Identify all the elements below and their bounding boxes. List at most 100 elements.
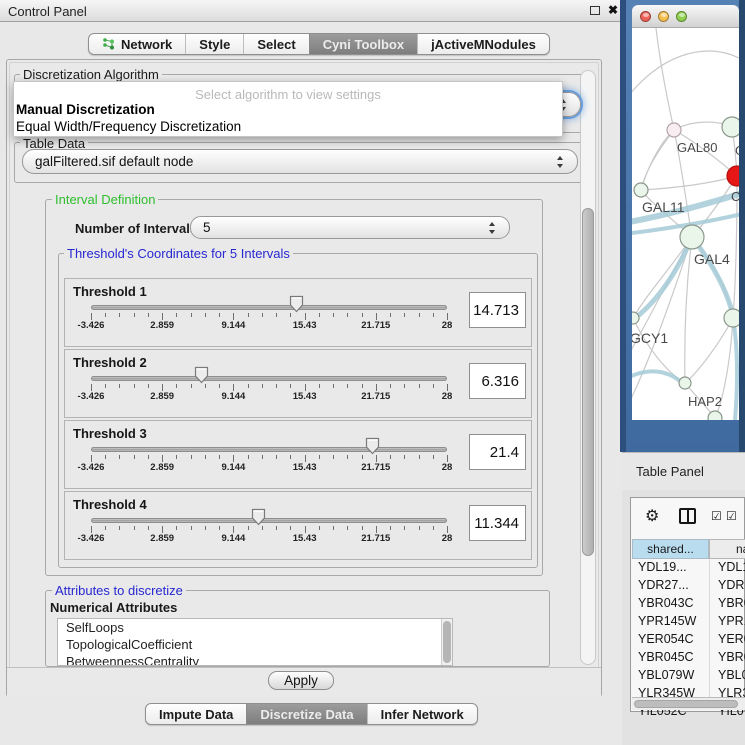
threshold-panel-threshold-4: Threshold 4-3.4262.8599.14415.4321.71528… [64, 491, 532, 560]
mac-minimize-button[interactable] [658, 11, 669, 22]
tick-mark [219, 384, 220, 388]
tab-cyni-toolbox[interactable]: Cyni Toolbox [309, 34, 417, 54]
threshold-value-field[interactable]: 21.4 [469, 434, 526, 470]
tick-mark [105, 455, 106, 459]
column-header-shared[interactable]: shared... [632, 539, 709, 559]
network-window: GAL80G.CGAL11GAL4GCY1HHAP2 [620, 0, 745, 452]
panel-scrollbar-thumb[interactable] [582, 208, 594, 556]
network-edge [641, 130, 674, 190]
algorithm-option-manual-discretization[interactable]: Manual Discretization [16, 102, 155, 117]
network-node-gal11[interactable] [634, 183, 648, 197]
network-node-h[interactable] [724, 309, 739, 327]
top-tab-bar: NetworkStyleSelectCyni ToolboxjActiveMNo… [88, 33, 550, 55]
tick-label: 15.43 [293, 462, 317, 473]
table-data-combobox[interactable]: galFiltered.sif default node [22, 149, 578, 174]
tick-mark [305, 455, 306, 462]
table-row[interactable]: YBR043CYBR0 [632, 595, 745, 613]
algorithm-option-equal-width-frequency-discretization[interactable]: Equal Width/Frequency Discretization [16, 119, 241, 134]
tick-mark [404, 455, 405, 459]
cell-name: YDR2 [718, 578, 745, 592]
list-scrollbar-thumb[interactable] [443, 621, 451, 663]
tab-impute-data[interactable]: Impute Data [146, 704, 246, 724]
tab-infer-network[interactable]: Infer Network [367, 704, 477, 724]
tick-label: 2.859 [150, 391, 174, 402]
slider-track[interactable] [91, 447, 447, 452]
tick-mark [91, 526, 92, 533]
tick-mark [233, 455, 234, 462]
tick-mark [148, 313, 149, 317]
slider-thumb[interactable] [365, 437, 380, 455]
tick-mark [333, 526, 334, 530]
table-scrollbar-thumb[interactable] [634, 700, 738, 708]
cell-shared-name: YPR145W [638, 614, 696, 628]
table-row[interactable]: YER054CYER0 [632, 631, 745, 649]
tab-network[interactable]: Network [89, 34, 185, 54]
table-row[interactable]: YBL079WYBL0 [632, 667, 745, 685]
table-row[interactable]: YPR145WYPR1 [632, 613, 745, 631]
tick-mark [91, 384, 92, 391]
network-canvas[interactable]: GAL80G.CGAL11GAL4GCY1HHAP2 [632, 28, 739, 420]
network-node-1[interactable] [722, 117, 739, 137]
tab-jactivemnodules[interactable]: jActiveMNodules [417, 34, 549, 54]
mac-zoom-button[interactable] [676, 11, 687, 22]
number-of-intervals-combobox[interactable]: 5 [190, 216, 510, 239]
network-node-8[interactable] [708, 411, 722, 420]
attribute-item-selfloops[interactable]: SelfLoops [58, 619, 452, 636]
slider-track[interactable] [91, 518, 447, 523]
gear-icon[interactable]: ⚙ [645, 506, 659, 526]
combo-arrows-icon [556, 156, 565, 168]
column-header-name[interactable]: na [709, 539, 745, 559]
network-node-hap2[interactable] [679, 377, 691, 389]
slider-thumb[interactable] [251, 508, 266, 526]
tick-mark [176, 384, 177, 388]
tick-label: 9.144 [222, 391, 246, 402]
group-label-threshold-coordinates: Threshold's Coordinates for 5 Intervals [64, 246, 293, 261]
slider-thumb[interactable] [194, 366, 209, 384]
checkbox-icon[interactable]: ☑ [711, 509, 722, 523]
threshold-value-field[interactable]: 11.344 [469, 505, 526, 541]
attribute-items: SelfLoopsTopologicalCoefficientBetweenne… [58, 619, 452, 666]
slider-track[interactable] [91, 376, 447, 381]
table-row[interactable]: YDL19...YDL1 [632, 559, 745, 577]
table-row[interactable]: YDR27...YDR2 [632, 577, 745, 595]
numerical-attributes-list[interactable]: SelfLoopsTopologicalCoefficientBetweenne… [57, 618, 453, 666]
tick-mark [162, 313, 163, 320]
popup-hint: Select algorithm to view settings [14, 87, 562, 102]
table-horizontal-scrollbar[interactable] [632, 697, 745, 710]
threshold-value-field[interactable]: 6.316 [469, 363, 526, 399]
list-vertical-scrollbar[interactable] [441, 619, 452, 665]
tick-mark [319, 313, 320, 317]
tick-mark [333, 455, 334, 459]
network-window-titlebar[interactable] [632, 5, 739, 28]
attribute-item-betweennesscentrality[interactable]: BetweennessCentrality [58, 653, 452, 666]
tick-label: 21.715 [361, 533, 390, 544]
threshold-value-field[interactable]: 14.713 [469, 292, 526, 328]
network-edge [641, 176, 737, 190]
attribute-item-topologicalcoefficient[interactable]: TopologicalCoefficient [58, 636, 452, 653]
float-window-icon[interactable] [590, 6, 600, 15]
network-node-gcy1[interactable] [632, 312, 639, 324]
apply-button[interactable]: Apply [268, 671, 334, 690]
tick-mark [390, 313, 391, 317]
panel-vertical-scrollbar[interactable] [580, 70, 596, 665]
tick-mark [105, 313, 106, 317]
tab-discretize-data[interactable]: Discretize Data [246, 704, 366, 724]
table-row[interactable]: YBR045CYBR0 [632, 649, 745, 667]
window-border-left [620, 0, 626, 452]
tick-mark [119, 384, 120, 388]
tick-mark [176, 526, 177, 530]
network-node-gal4[interactable] [680, 225, 704, 249]
slider-thumb[interactable] [289, 295, 304, 313]
columns-icon[interactable] [679, 508, 696, 524]
tab-select[interactable]: Select [243, 34, 308, 54]
slider-track[interactable] [91, 305, 447, 310]
tick-mark [276, 526, 277, 530]
tab-style[interactable]: Style [185, 34, 243, 54]
close-icon[interactable]: ✖ [608, 3, 618, 17]
network-node-gal80[interactable] [667, 123, 681, 137]
tick-mark [447, 313, 448, 320]
checkbox-icon[interactable]: ☑ [726, 509, 737, 523]
tick-mark [191, 526, 192, 530]
tick-mark [262, 384, 263, 388]
mac-close-button[interactable] [640, 11, 651, 22]
